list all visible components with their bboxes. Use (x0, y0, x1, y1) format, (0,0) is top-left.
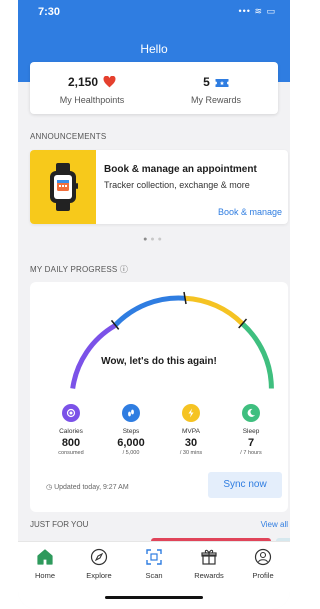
compass-icon (72, 548, 126, 566)
phone-screen: 7:30 ••• ≋ ▭ Hello 2,150 My Healthpoints… (18, 0, 290, 609)
scan-icon (127, 548, 181, 566)
metric-value: 800 (61, 437, 81, 449)
nav-label: Profile (252, 571, 274, 580)
profile-icon (236, 548, 290, 566)
healthpoints-stat[interactable]: 2,150 My Healthpoints (30, 62, 154, 114)
metric-name: Calories (59, 428, 83, 435)
metric-name: MVPA (182, 428, 200, 435)
clock-icon: ◷ (46, 484, 53, 491)
sync-now-button[interactable]: Sync now (208, 472, 282, 498)
metric-steps[interactable]: Steps 6,000 / 5,000 (99, 404, 163, 456)
daily-progress-label: MY DAILY PROGRESS (30, 265, 118, 274)
smartwatch-icon (30, 163, 96, 224)
nav-scan[interactable]: Scan (127, 548, 181, 580)
view-all-link[interactable]: View all (261, 520, 288, 529)
nav-home[interactable]: Home (18, 548, 72, 580)
announcement-title: Book & manage an appointment (104, 164, 257, 175)
progress-message: Wow, let's do this again! (101, 356, 217, 367)
progress-gauge (70, 291, 274, 389)
heart-icon (103, 75, 116, 91)
metric-name: Sleep (242, 428, 260, 435)
announcement-subtitle: Tracker collection, exchange & more (104, 180, 250, 190)
metric-value: 30 (184, 437, 198, 449)
info-icon[interactable]: ⓘ (120, 265, 128, 274)
metric-sub: / 7 hours (240, 450, 262, 456)
metric-calories[interactable]: Calories 800 consumed (39, 404, 103, 456)
announcement-card[interactable]: Book & manage an appointment Tracker col… (30, 150, 288, 224)
metric-sub: / 30 mins (179, 450, 203, 456)
status-bar: 7:30 ••• ≋ ▭ (18, 0, 290, 22)
status-time: 7:30 (38, 6, 61, 18)
metric-mvpa[interactable]: MVPA 30 / 30 mins (159, 404, 223, 456)
stats-card: 2,150 My Healthpoints 5 My Rewards (30, 62, 278, 114)
healthpoints-value: 2,150 (67, 75, 99, 89)
metric-sleep[interactable]: Sleep 7 / 7 hours (219, 404, 283, 456)
gauge-segment-mvpa (184, 295, 245, 326)
daily-progress-heading: MY DAILY PROGRESS ⓘ (30, 264, 128, 275)
lightning-icon (182, 404, 200, 422)
ticket-icon (215, 77, 229, 91)
nav-rewards[interactable]: Rewards (182, 548, 236, 580)
metric-sub: / 5,000 (122, 450, 140, 456)
metric-value: 7 (247, 437, 255, 449)
gauge-tick (183, 291, 187, 305)
announcement-image (30, 150, 96, 224)
gift-icon (182, 548, 236, 566)
carousel-pager[interactable]: ●●● (18, 236, 290, 243)
metric-value: 6,000 (117, 437, 145, 449)
nav-label: Scan (145, 571, 163, 580)
status-icons: ••• ≋ ▭ (238, 6, 276, 16)
rewards-label: My Rewards (190, 95, 241, 105)
announcements-heading: ANNOUNCEMENTS (30, 132, 107, 141)
healthpoints-label: My Healthpoints (59, 95, 125, 105)
pager-dot-active: ● (143, 236, 151, 243)
book-manage-link[interactable]: Book & manage (218, 207, 282, 217)
daily-progress-card: Wow, let's do this again! Calories 800 c… (30, 282, 288, 512)
metric-name: Steps (122, 428, 140, 435)
nav-profile[interactable]: Profile (236, 548, 290, 580)
nav-label: Home (34, 571, 55, 580)
nav-label: Rewards (194, 571, 224, 580)
metric-sub: consumed (58, 450, 84, 456)
home-icon (18, 548, 72, 566)
page-title: Hello (140, 42, 168, 56)
nav-label: Explore (86, 571, 112, 580)
moon-icon (242, 404, 260, 422)
rewards-value: 5 (203, 75, 210, 89)
nav-explore[interactable]: Explore (72, 548, 126, 580)
updated-text: Updated today, 9:27 AM (54, 484, 129, 491)
gauge-segment-steps (113, 295, 186, 328)
rewards-stat[interactable]: 5 My Rewards (154, 62, 278, 114)
footsteps-icon (122, 404, 140, 422)
just-for-you-heading: JUST FOR YOU (30, 520, 89, 529)
home-indicator (105, 596, 203, 599)
plate-icon (62, 404, 80, 422)
